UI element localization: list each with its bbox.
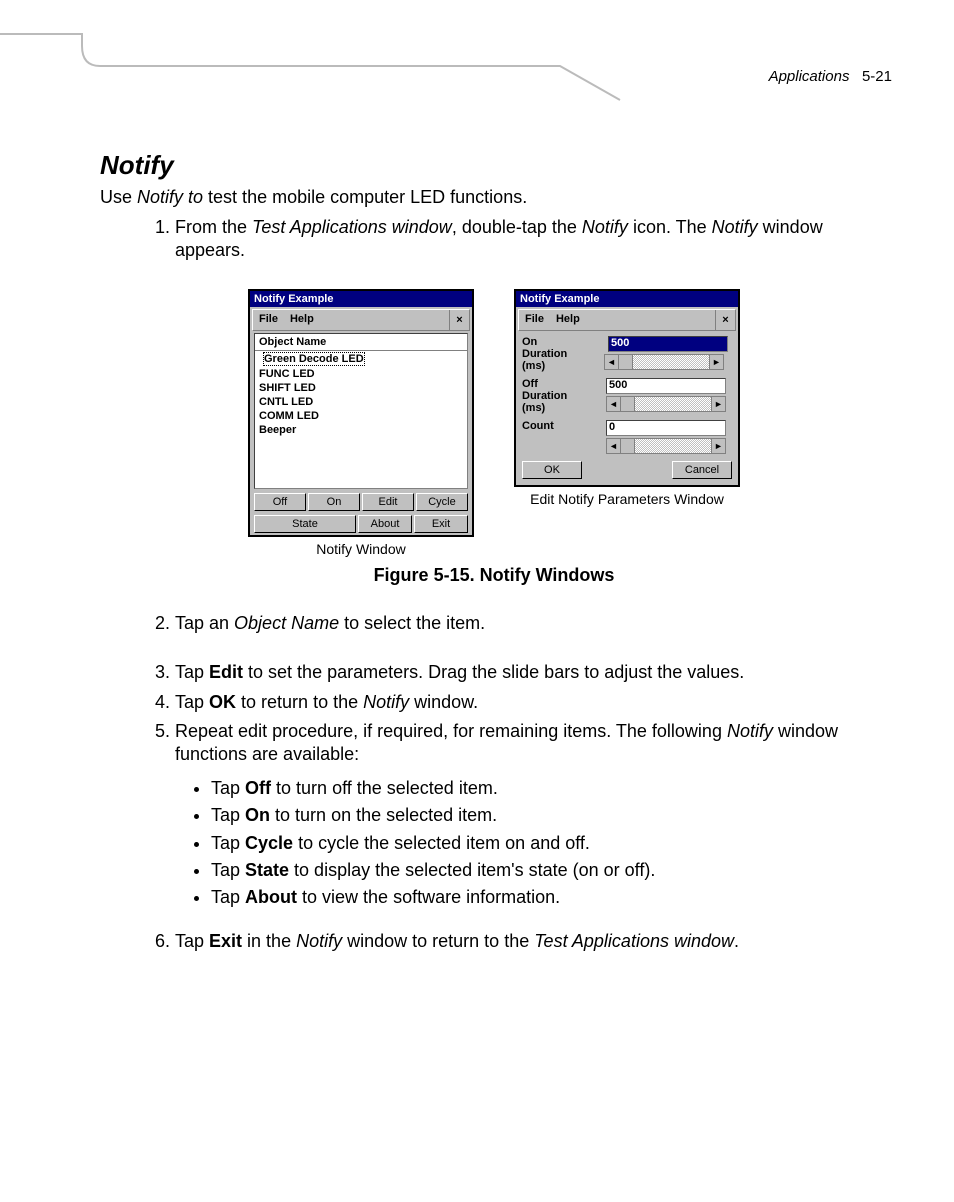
step-5: Repeat edit procedure, if required, for … (175, 720, 888, 910)
arrow-right-icon[interactable]: ► (711, 439, 725, 453)
bullet-item: Tap On to turn on the selected item. (211, 804, 888, 827)
list-item[interactable]: CNTL LED (255, 395, 467, 409)
value-input[interactable]: 500 (606, 378, 726, 394)
figure-group: Notify Example File Help × Object Name G… (100, 289, 888, 557)
value-input[interactable]: 0 (606, 420, 726, 436)
off-button[interactable]: Off (254, 493, 306, 511)
value-input[interactable]: 500 (608, 336, 728, 352)
step-2: Tap an Object Name to select the item. (175, 612, 888, 635)
figure-right-caption: Edit Notify Parameters Window (514, 491, 740, 507)
bullet-item: Tap State to display the selected item's… (211, 859, 888, 882)
about-button[interactable]: About (358, 515, 412, 533)
bullet-item: Tap Cycle to cycle the selected item on … (211, 832, 888, 855)
page-header-decor (0, 32, 954, 102)
menu-file[interactable]: File (519, 310, 550, 330)
bullet-item: Tap Off to turn off the selected item. (211, 777, 888, 800)
ok-button[interactable]: OK (522, 461, 582, 479)
object-list[interactable]: Object Name Green Decode LEDFUNC LEDSHIF… (254, 333, 468, 489)
exit-button[interactable]: Exit (414, 515, 468, 533)
bullet-item: Tap About to view the software informati… (211, 886, 888, 909)
section-title: Notify (100, 150, 888, 181)
edit-params-window: Notify Example File Help × OnDuration(ms… (514, 289, 740, 488)
param-label: OffDuration(ms) (522, 378, 602, 414)
arrow-left-icon[interactable]: ◄ (607, 439, 621, 453)
menu-help[interactable]: Help (550, 310, 586, 330)
section-name: Applications (769, 68, 850, 85)
figure-left-caption: Notify Window (248, 541, 474, 557)
list-item[interactable]: SHIFT LED (255, 381, 467, 395)
step-1: From the Test Applications window, doubl… (175, 216, 888, 263)
step-3: Tap Edit to set the parameters. Drag the… (175, 661, 888, 684)
menu-help[interactable]: Help (284, 310, 320, 330)
param-label: OnDuration(ms) (522, 336, 600, 372)
titlebar: Notify Example (516, 291, 738, 307)
list-item[interactable]: Beeper (255, 423, 467, 437)
page-header: Applications 5-21 (769, 68, 892, 85)
param-row: OffDuration(ms)500◄► (516, 375, 738, 417)
param-row: Count0◄► (516, 417, 738, 457)
step-4: Tap OK to return to the Notify window. (175, 691, 888, 714)
edit-button[interactable]: Edit (362, 493, 414, 511)
close-icon[interactable]: × (449, 310, 469, 330)
figure-title: Figure 5-15. Notify Windows (100, 565, 888, 586)
slider[interactable]: ◄► (606, 438, 726, 454)
on-button[interactable]: On (308, 493, 360, 511)
param-row: OnDuration(ms)500◄► (516, 333, 738, 375)
arrow-left-icon[interactable]: ◄ (607, 397, 621, 411)
step-6: Tap Exit in the Notify window to return … (175, 930, 888, 953)
page-number: 5-21 (862, 68, 892, 85)
slider[interactable]: ◄► (604, 354, 724, 370)
close-icon[interactable]: × (715, 310, 735, 330)
list-item[interactable]: COMM LED (255, 409, 467, 423)
menubar: File Help × (252, 309, 470, 331)
cycle-button[interactable]: Cycle (416, 493, 468, 511)
list-item[interactable]: FUNC LED (255, 367, 467, 381)
param-label: Count (522, 420, 602, 432)
menu-file[interactable]: File (253, 310, 284, 330)
arrow-right-icon[interactable]: ► (709, 355, 723, 369)
arrow-left-icon[interactable]: ◄ (605, 355, 619, 369)
list-item[interactable]: Green Decode LED (255, 351, 467, 367)
notify-window: Notify Example File Help × Object Name G… (248, 289, 474, 537)
state-button[interactable]: State (254, 515, 356, 533)
intro-text: Use Notify to test the mobile computer L… (100, 187, 888, 208)
cancel-button[interactable]: Cancel (672, 461, 732, 479)
slider[interactable]: ◄► (606, 396, 726, 412)
menubar: File Help × (518, 309, 736, 331)
list-header: Object Name (255, 334, 467, 351)
titlebar: Notify Example (250, 291, 472, 307)
arrow-right-icon[interactable]: ► (711, 397, 725, 411)
